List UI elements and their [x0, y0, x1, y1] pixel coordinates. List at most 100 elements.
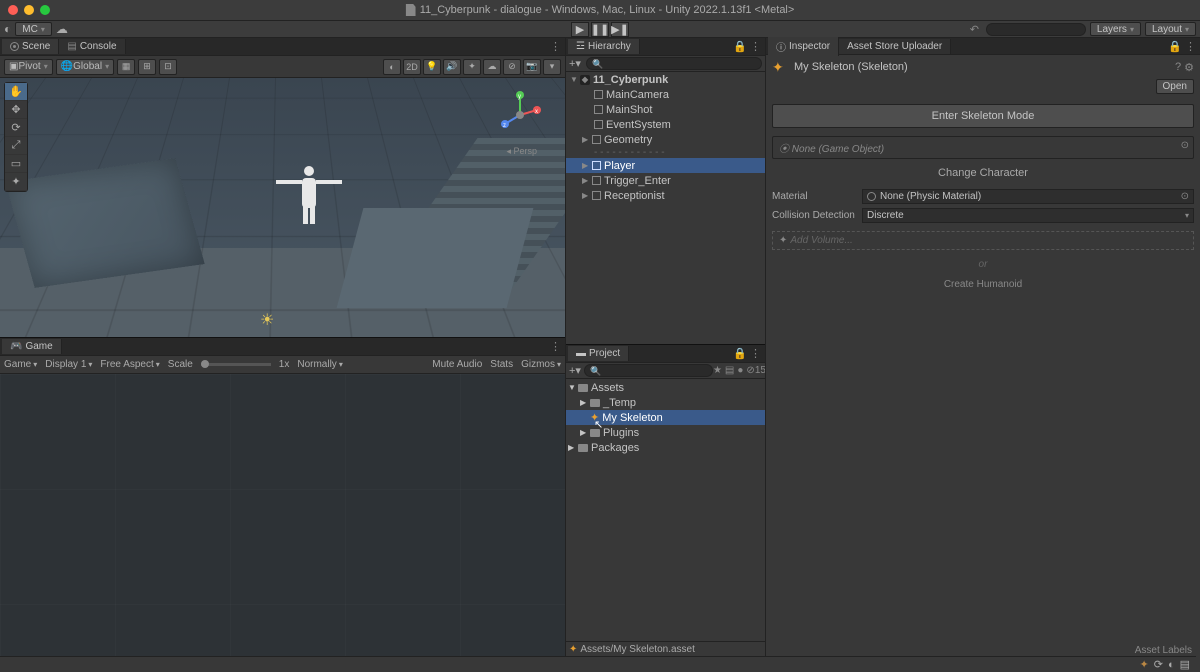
hidden-icon[interactable]: ⊘	[503, 59, 521, 75]
orientation-gizmo[interactable]: x y z	[495, 90, 545, 140]
grid-axis-icon[interactable]: ▦	[117, 59, 135, 75]
enter-skeleton-mode-button[interactable]: Enter Skeleton Mode	[772, 104, 1194, 128]
scale-tool-icon[interactable]: ⤢	[5, 137, 27, 155]
rotate-tool-icon[interactable]: ⟳	[5, 119, 27, 137]
hierarchy-options-icon[interactable]: ⋮	[750, 40, 761, 53]
packages-folder[interactable]: ▶Packages	[566, 440, 765, 455]
sky-icon[interactable]: ☁	[483, 59, 501, 75]
project-options-icon[interactable]: ⋮	[750, 347, 761, 360]
assets-folder[interactable]: ▼Assets	[566, 380, 765, 395]
tab-asset-store-uploader[interactable]: Asset Store Uploader	[839, 39, 951, 54]
undo-history-icon[interactable]: ↶	[970, 23, 979, 36]
project-item[interactable]: ▶_Temp	[566, 395, 765, 410]
hierarchy-search-input[interactable]	[586, 57, 762, 70]
project-search-input[interactable]	[584, 364, 713, 377]
hierarchy-item-selected[interactable]: ▶Player	[566, 158, 765, 173]
tab-inspector[interactable]: ⓘ Inspector	[768, 37, 839, 56]
audio-icon[interactable]: 🔊	[443, 59, 461, 75]
rect-tool-icon[interactable]: ▭	[5, 155, 27, 173]
hierarchy-item[interactable]: EventSystem	[566, 117, 765, 132]
scene-root[interactable]: ▼◆11_Cyberpunk	[566, 72, 765, 87]
transform-tool-icon[interactable]: ✦	[5, 173, 27, 191]
minimize-window-icon[interactable]	[24, 5, 34, 15]
stats-toggle[interactable]: Stats	[490, 359, 513, 370]
project-item-selected[interactable]: ✦My Skeleton ↖	[566, 410, 765, 425]
hierarchy-lock-icon[interactable]: 🔒	[733, 40, 747, 53]
help-icon[interactable]: ?	[1175, 61, 1181, 74]
hierarchy-item[interactable]: MainCamera	[566, 87, 765, 102]
hierarchy-item[interactable]: ▶Trigger_Enter	[566, 173, 765, 188]
account-icon[interactable]: ◐	[4, 22, 11, 36]
pause-button[interactable]: ❚❚	[591, 22, 609, 37]
persp-label[interactable]: Persp	[506, 146, 537, 157]
create-asset-button[interactable]: +▾	[569, 364, 581, 377]
pivot-dropdown[interactable]: ▣ Pivot	[4, 59, 53, 75]
aspect-dropdown[interactable]: Free Aspect	[100, 359, 159, 370]
game-options-icon[interactable]: ⋮	[550, 340, 561, 353]
scene-viewport[interactable]: ☀ ✋ ✥ ⟳ ⤢ ▭ ✦ x y z Persp	[0, 78, 565, 337]
cache-icon[interactable]: ▤	[1180, 658, 1190, 671]
grid-snap-icon[interactable]: ⊞	[138, 59, 156, 75]
material-field[interactable]: None (Physic Material)⊙	[862, 189, 1194, 204]
hierarchy-item[interactable]: ▶Receptionist	[566, 188, 765, 203]
tab-console[interactable]: ▤ Console	[59, 39, 125, 54]
collision-dropdown[interactable]: Discrete	[862, 208, 1194, 223]
game-view[interactable]	[0, 374, 565, 672]
project-tree[interactable]: ▼Assets ▶_Temp ✦My Skeleton ↖ ▶Plugins ▶…	[566, 379, 765, 641]
hand-tool-icon[interactable]: ✋	[5, 83, 27, 101]
open-button[interactable]: Open	[1156, 79, 1194, 94]
maximize-window-icon[interactable]	[40, 5, 50, 15]
lighting-icon[interactable]: 💡	[423, 59, 441, 75]
move-tool-icon[interactable]: ✥	[5, 101, 27, 119]
character-section: ⦿ None (Game Object) ⊙	[772, 136, 1194, 159]
global-search-input[interactable]	[986, 23, 1086, 36]
tab-project[interactable]: ▬ Project	[568, 346, 629, 361]
filter-fav-icon[interactable]: ★	[713, 365, 722, 376]
game-mode-dropdown[interactable]: Game	[4, 359, 37, 370]
hierarchy-tree[interactable]: ▼◆11_Cyberpunk MainCamera MainShot Event…	[566, 72, 765, 344]
mc-dropdown[interactable]: MC	[15, 22, 52, 36]
object-picker-icon[interactable]	[867, 192, 876, 201]
step-button[interactable]: ▶❚	[611, 22, 629, 37]
close-window-icon[interactable]	[8, 5, 18, 15]
inspector-options-icon[interactable]: ⋮	[1185, 40, 1196, 53]
create-humanoid-link[interactable]: Create Humanoid	[772, 279, 1194, 290]
gizmos-dropdown[interactable]: ▾	[543, 59, 561, 75]
display-dropdown[interactable]: Display 1	[45, 359, 92, 370]
error-icon[interactable]: ✦	[1140, 658, 1149, 671]
tab-hierarchy[interactable]: ☲ Hierarchy	[568, 39, 640, 54]
project-lock-icon[interactable]: 🔒	[733, 347, 747, 360]
global-dropdown[interactable]: 🌐 Global	[56, 59, 114, 75]
2d-toggle[interactable]: 2D	[403, 59, 421, 75]
tab-scene[interactable]: Scene	[2, 39, 59, 54]
vsync-dropdown[interactable]: Normally	[297, 359, 342, 370]
cloud-icon[interactable]: ☁	[56, 22, 68, 36]
add-object-button[interactable]: +▾	[569, 57, 581, 70]
add-volume-button[interactable]: ✦Add Volume...	[772, 231, 1194, 250]
camera-icon[interactable]: 📷	[523, 59, 541, 75]
light-gizmo-icon[interactable]: ☀	[260, 310, 274, 330]
preset-icon[interactable]: ⚙	[1184, 61, 1194, 74]
scale-slider[interactable]	[201, 363, 271, 366]
filter-label-icon[interactable]: ●	[737, 365, 743, 376]
inspector-lock-icon[interactable]: 🔒	[1168, 40, 1182, 53]
auto-refresh-icon[interactable]: ⟳	[1154, 658, 1163, 671]
layout-dropdown[interactable]: Layout	[1145, 22, 1196, 36]
hierarchy-item[interactable]: MainShot	[566, 102, 765, 117]
svg-text:x: x	[535, 109, 538, 115]
hierarchy-item[interactable]: ▶Geometry	[566, 132, 765, 147]
filter-type-icon[interactable]: ▤	[725, 365, 734, 376]
tab-game[interactable]: 🎮 Game	[2, 339, 62, 354]
section-gear-icon[interactable]: ⊙	[1181, 140, 1189, 151]
activity-icon[interactable]: ◐	[1168, 659, 1175, 671]
panel-options-icon[interactable]: ⋮	[550, 40, 561, 53]
hidden-count-icon[interactable]: ⊘15	[746, 365, 766, 376]
change-character-link[interactable]: Change Character	[772, 165, 1194, 181]
snap-inc-icon[interactable]: ⊡	[159, 59, 177, 75]
mute-audio-toggle[interactable]: Mute Audio	[432, 359, 482, 370]
gizmos-toggle[interactable]: Gizmos	[521, 359, 561, 370]
fx-icon[interactable]: ✦	[463, 59, 481, 75]
play-button[interactable]: ▶	[571, 22, 589, 37]
layers-dropdown[interactable]: Layers	[1090, 22, 1141, 36]
draw-mode-icon[interactable]: ◐	[383, 59, 401, 75]
